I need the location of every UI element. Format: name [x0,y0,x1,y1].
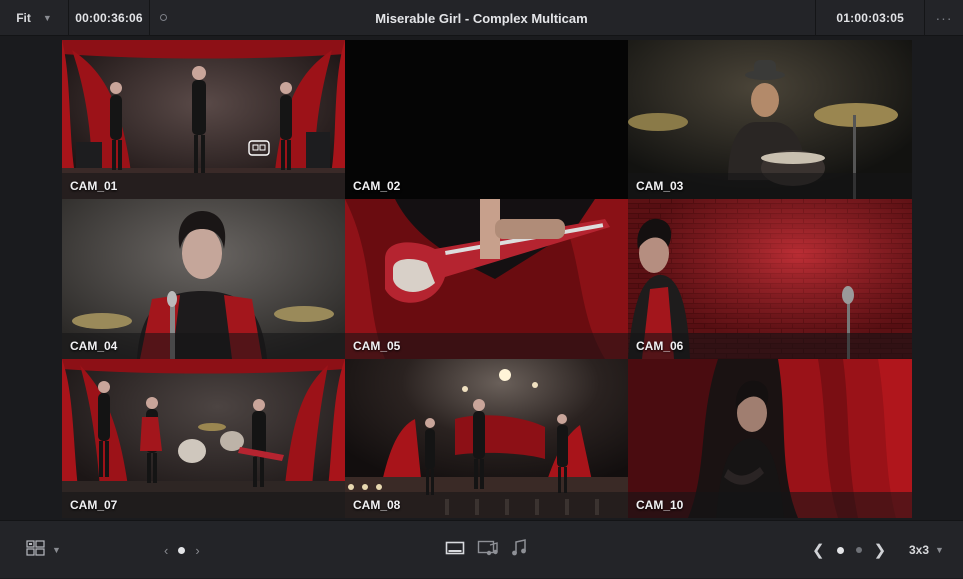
zoom-fit-dropdown[interactable]: Fit ▼ [0,0,69,36]
angle-page-pager: ❮ ❯ [812,521,886,579]
angle-cell[interactable]: CAM_05 [345,199,628,359]
angle-label: CAM_10 [636,498,684,512]
angle-label: CAM_07 [70,498,118,512]
angle-label: CAM_04 [70,339,118,353]
angle-label: CAM_08 [353,498,401,512]
more-options-icon[interactable]: ··· [931,0,957,36]
switch-mode-group [445,521,527,579]
angle-label: CAM_01 [70,179,118,193]
viewer-header: Fit ▼ 00:00:36:06 01:00:03:05 ··· [0,0,963,36]
multicam-viewer: CAM_01 CAM_02 CAM_03 CAM_04 CAM_05 CAM_0… [0,36,963,520]
multicam-layout-icon [26,539,46,561]
angle-label: CAM_03 [636,179,684,193]
clip-pager: ‹ › [164,521,200,579]
chevron-down-icon: ▼ [42,12,52,23]
chevron-down-icon: ▼ [935,545,944,555]
audio-only-icon[interactable] [511,538,527,562]
angle-cell[interactable]: CAM_08 [345,359,628,518]
page-dot[interactable] [836,546,844,554]
layout-options-button[interactable]: ▼ [26,521,61,579]
page-dot[interactable] [855,547,862,553]
angle-cell[interactable]: CAM_06 [628,199,912,359]
zoom-fit-label: Fit [16,10,31,25]
grid-size-label: 3x3 [909,543,930,557]
chevron-down-icon: ▼ [52,545,61,555]
angle-cell[interactable]: CAM_04 [62,199,345,359]
source-timecode[interactable]: 00:00:36:06 [69,0,150,36]
angle-cell[interactable]: CAM_03 [628,40,912,199]
next-arrow-icon[interactable]: › [195,543,199,558]
angle-cell[interactable]: CAM_07 [62,359,345,518]
record-timecode-box[interactable]: 01:00:03:05 [815,0,925,36]
angle-label: CAM_05 [353,339,401,353]
angle-label: CAM_06 [636,339,684,353]
viewer-footer: ▼ ‹ › ❮ ❯ 3x3 ▼ [0,520,963,578]
grid-size-dropdown[interactable]: 3x3 ▼ [909,521,944,579]
angle-label: CAM_02 [353,179,401,193]
next-page-icon[interactable]: ❯ [874,541,887,559]
record-timecode: 01:00:03:05 [836,11,904,25]
video-only-icon[interactable] [445,540,465,561]
previous-page-icon[interactable]: ❮ [812,541,825,559]
angle-cell[interactable]: CAM_02 [345,40,628,199]
page-dot[interactable] [178,546,186,554]
angle-thumbnail [345,40,628,199]
previous-arrow-icon[interactable]: ‹ [164,543,168,558]
angle-cell[interactable]: CAM_01 [62,40,345,199]
angle-cell[interactable]: CAM_10 [628,359,912,518]
angle-grid: CAM_01 CAM_02 CAM_03 CAM_04 CAM_05 CAM_0… [62,40,912,518]
timecode-options-icon[interactable] [158,0,168,36]
video-audio-icon[interactable] [477,539,499,562]
hand-cursor-icon [248,140,270,161]
